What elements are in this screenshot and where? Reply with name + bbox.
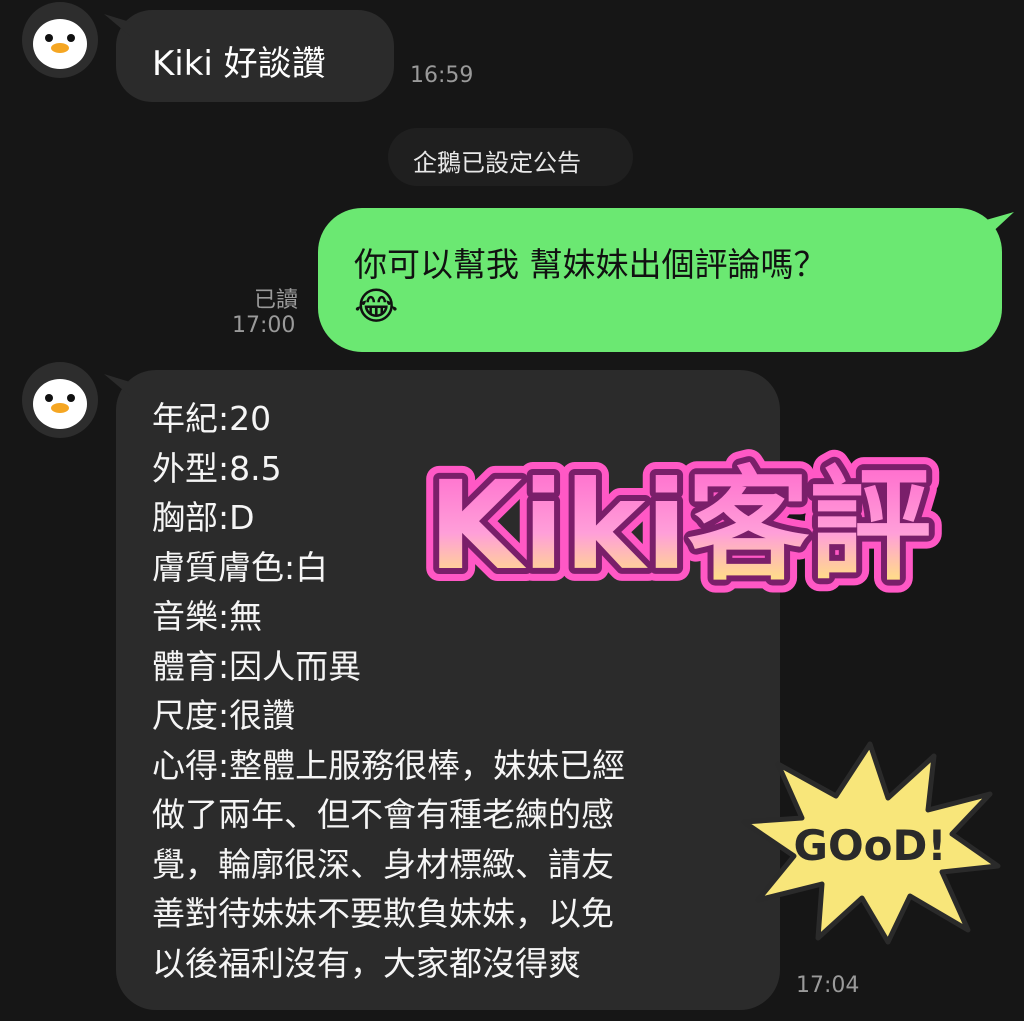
kiki-review-sticker: Kiki客評 Kiki客評 Kiki客評 <box>408 440 998 610</box>
title-sticker-graphic: Kiki客評 Kiki客評 Kiki客評 <box>415 442 944 610</box>
message-bubble-outgoing[interactable]: 你可以幫我 幫妹妹出個評論嗎？ 😂 <box>318 208 1002 352</box>
system-notice-pill: 企鵝已設定公告 <box>388 128 633 186</box>
message-bubble-incoming[interactable]: Kiki 好談讚 <box>116 10 394 102</box>
bubble-tail <box>986 212 1014 238</box>
review-line: 體育:因人而異 <box>152 646 362 686</box>
penguin-avatar[interactable] <box>22 2 98 78</box>
message-text: 你可以幫我 幫妹妹出個評論嗎？ <box>354 245 827 284</box>
laughing-emoji-icon: 😂 <box>354 284 399 328</box>
good-burst-sticker: GOoD! <box>738 738 1002 948</box>
message-text: Kiki 好談讚 <box>152 44 326 84</box>
review-line: 心得:整體上服務很棒，妹妹已經 <box>152 745 626 785</box>
good-text: GOoD! <box>793 821 946 870</box>
review-line: 善對待妹妹不要欺負妹妹，以免 <box>152 894 614 933</box>
message-timestamp: 16:59 <box>410 63 474 88</box>
read-receipt: 已讀 <box>254 288 299 313</box>
bubble-tail <box>104 14 130 36</box>
review-line: 尺度:很讚 <box>152 696 296 735</box>
system-notice-text: 企鵝已設定公告 <box>413 149 581 177</box>
bubble-tail <box>104 374 130 396</box>
review-line: 以後福利沒有，大家都沒得爽 <box>152 943 581 983</box>
sticker-title-text: Kiki客評 <box>428 455 931 597</box>
burst-icon: GOoD! <box>741 741 1001 945</box>
message-timestamp: 17:04 <box>796 973 860 998</box>
review-line: 年紀:20 <box>152 399 272 438</box>
penguin-icon <box>33 19 87 69</box>
review-line: 覺，輪廓很深、身材標緻、請友 <box>152 844 614 884</box>
review-line: 做了兩年、但不會有種老練的感 <box>152 795 614 834</box>
message-timestamp: 17:00 <box>232 313 296 338</box>
penguin-avatar[interactable] <box>22 362 98 438</box>
penguin-icon <box>33 379 87 429</box>
